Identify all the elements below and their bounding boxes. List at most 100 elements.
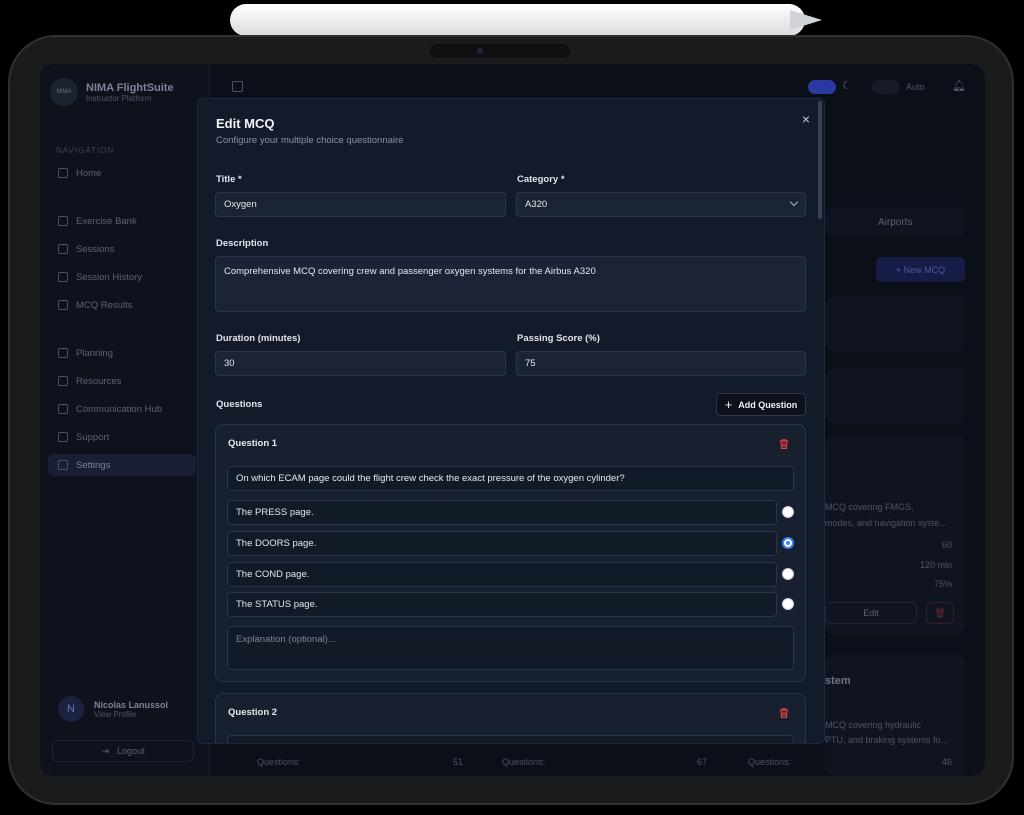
view-profile-link[interactable]: View Profile [94,710,168,719]
category-select[interactable]: A320 [516,192,806,217]
correct-answer-radio[interactable] [782,506,794,518]
mcq-card-value: 120 min [920,560,953,570]
sidebar-item-label: Session History [76,271,142,283]
option-input[interactable]: The STATUS page. [227,592,777,617]
mcq-card-value: 75% [934,579,953,589]
book-icon [58,216,68,226]
add-question-button[interactable]: + Add Question [716,393,806,416]
sidebar-item-settings[interactable]: Settings [48,454,196,476]
sidebar-item-session-history[interactable]: Session History [48,266,196,288]
sidebar-item-planning[interactable]: Planning [48,342,196,364]
description-label: Description [216,238,269,249]
duration-input[interactable]: 30 [215,351,506,376]
mcq-card-desc: MCQ covering FMGS, [825,502,914,512]
sidebar-item-label: Home [76,167,102,179]
explanation-textarea[interactable]: Explanation (optional)... [227,626,794,670]
edit-button[interactable]: Edit [825,602,917,624]
questions-label: Questions [216,399,263,410]
close-icon[interactable]: × [802,111,810,127]
questions-count-label: Questions: [748,757,792,767]
duration-label: Duration (minutes) [216,333,301,344]
chat-icon [58,404,68,414]
add-question-label: Add Question [738,399,798,410]
sidebar-item-support[interactable]: Support [48,426,196,448]
camera-bar [430,44,570,58]
trash-icon[interactable] [777,437,791,451]
logout-label: Logout [117,746,145,756]
option-input[interactable]: The COND page. [227,562,777,587]
logout-button[interactable]: ⇥ Logout [52,740,194,762]
question-title: Question 2 [228,707,278,718]
question-text-input[interactable]: On which ECAM page could the flight crew… [227,466,794,491]
settings-icon [58,460,68,470]
dialog-subtitle: Configure your multiple choice questionn… [216,135,404,146]
brand-sub: Instructor Platform [86,93,152,103]
edit-mcq-dialog: Edit MCQ Configure your multiple choice … [197,98,825,744]
theme-toggle[interactable] [808,80,836,94]
question-card: Question 1 On which ECAM page could the … [215,424,806,682]
help-icon [58,432,68,442]
sidebar-item-resources[interactable]: Resources [48,370,196,392]
chevron-down-icon [789,197,799,207]
history-icon [58,272,68,282]
trash-icon[interactable] [777,706,791,720]
correct-answer-radio[interactable] [782,598,794,610]
calendar-icon [58,244,68,254]
sidebar-item-label: Support [76,431,110,443]
sidebar-item-label: Exercise Bank [76,215,137,227]
sidebar-item-label: Planning [76,347,113,359]
user-profile[interactable]: N Nicolas Lanussol View Profile [58,696,168,722]
option-input[interactable]: The PRESS page. [227,500,777,525]
category-value: A320 [525,199,548,210]
sidebar-item-exercise-bank[interactable]: Exercise Bank [48,210,196,232]
screen: NIMA NIMA FlightSuite Instructor Platfor… [40,64,985,776]
auto-label: Auto [906,82,925,92]
bell-icon[interactable]: 🔔︎ [952,79,966,92]
mcq-card-value: 60 [942,540,953,550]
sidebar-item-label: Sessions [76,243,115,255]
question-text-input[interactable] [227,735,794,743]
logout-icon: ⇥ [101,745,109,756]
clipboard-icon [58,300,68,310]
home-icon [58,168,68,178]
nav-label: NAVIGATION [56,146,115,155]
tab-airports-label: Airports [878,217,913,228]
sidebar: NIMA NIMA FlightSuite Instructor Platfor… [40,64,210,776]
user-name: Nicolas Lanussol [94,699,169,710]
delete-icon[interactable]: 🗑︎ [926,602,954,624]
bg-collapsible[interactable] [825,296,965,351]
questions-count-label: Questions: [502,757,546,767]
sidebar-item-label: Communication Hub [76,403,163,415]
questions-count: 46 [942,757,953,767]
correct-answer-radio[interactable] [782,568,794,580]
sidebar-item-sessions[interactable]: Sessions [48,238,196,260]
sidebar-item-label: Resources [76,375,122,387]
sidebar-toggle-icon[interactable] [232,81,243,92]
dialog-title: Edit MCQ [216,116,275,131]
mcq-card-desc: MCQ covering hydraulic [825,720,922,730]
correct-answer-radio[interactable] [782,537,794,549]
category-label: Category * [517,174,565,185]
question-title: Question 1 [228,438,278,449]
questions-count: 67 [697,757,708,767]
questions-count-label: Questions: [257,757,301,767]
description-textarea[interactable]: Comprehensive MCQ covering crew and pass… [215,256,806,312]
moon-icon: ☾ [842,80,852,92]
sidebar-item-home[interactable]: Home [48,162,196,184]
camera-icon [477,48,483,54]
title-input[interactable]: Oxygen [215,192,506,217]
option-input[interactable]: The DOORS page. [227,531,777,556]
brand: NIMA NIMA FlightSuite Instructor Platfor… [50,78,174,106]
mcq-card-desc: PTU, and braking systems fo... [825,735,949,745]
brand-logo: NIMA [50,78,78,106]
new-mcq-button[interactable]: + New MCQ [876,257,965,282]
scrollbar[interactable] [818,101,822,219]
brand-name: NIMA FlightSuite [86,81,174,94]
auto-toggle[interactable] [872,80,900,94]
bg-collapsible[interactable] [825,368,965,423]
sidebar-item-mcq-results[interactable]: MCQ Results [48,294,196,316]
stylus [230,4,805,36]
passing-score-input[interactable]: 75 [516,351,806,376]
sidebar-item-communication-hub[interactable]: Communication Hub [48,398,196,420]
sidebar-item-label: MCQ Results [76,299,133,311]
